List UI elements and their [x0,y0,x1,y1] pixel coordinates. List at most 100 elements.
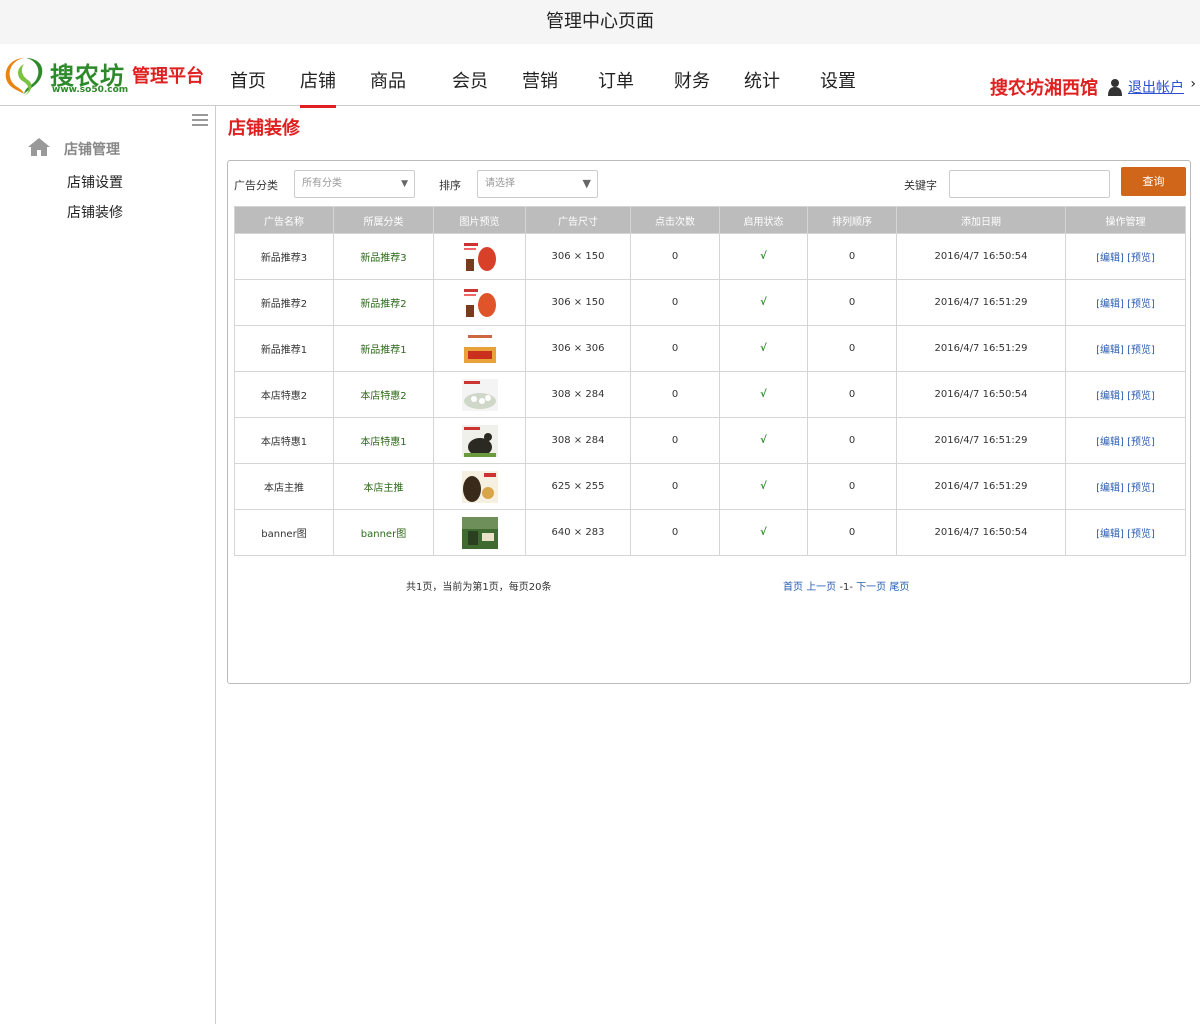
col-clicks[interactable]: 点击次数 [630,206,720,234]
nav-members[interactable]: 会员 [438,44,502,106]
preview-link[interactable]: [预览] [1127,483,1155,494]
col-status[interactable]: 启用状态 [719,206,808,234]
preview-link[interactable]: [预览] [1127,437,1155,448]
col-size[interactable]: 广告尺寸 [525,206,631,234]
col-actions[interactable]: 操作管理 [1065,206,1186,234]
category-select[interactable]: 所有分类 ▼ [294,170,415,198]
edit-link[interactable]: [编辑] [1096,253,1124,264]
date-cell: 2016/4/7 16:51:29 [896,463,1066,510]
nav-statistics[interactable]: 统计 [730,44,794,106]
category-cell: 新品推荐2 [333,279,434,326]
category-cell: 本店主推 [333,463,434,510]
status-check-icon: √ [719,279,808,326]
ad-name-cell: 本店特惠1 [234,417,334,464]
ad-thumbnail-image[interactable] [460,469,500,505]
keyword-input[interactable] [949,170,1110,198]
pager-next[interactable]: 下一页 [856,582,886,593]
size-cell: 308 × 284 [525,417,631,464]
nav-settings[interactable]: 设置 [806,44,870,106]
logo-icon [5,58,43,96]
category-cell: 本店特惠1 [333,417,434,464]
sort-select-value: 请选择 [485,178,515,189]
clicks-cell: 0 [630,371,720,418]
date-cell: 2016/4/7 16:50:54 [896,509,1066,556]
clicks-cell: 0 [630,417,720,464]
category-select-value: 所有分类 [302,178,342,189]
nav-home[interactable]: 首页 [216,44,280,106]
status-check-icon: √ [719,371,808,418]
actions-cell: [编辑] [预览] [1065,279,1186,326]
date-cell: 2016/4/7 16:51:29 [896,325,1066,372]
edit-link[interactable]: [编辑] [1096,345,1124,356]
edit-link[interactable]: [编辑] [1096,299,1124,310]
dropdown-arrow-icon: ▼ [401,179,408,189]
preview-link[interactable]: [预览] [1127,253,1155,264]
logo[interactable]: 搜农坊 www.so50.com 管理平台 [2,52,212,98]
logout-link[interactable]: 退出帐户 [1128,77,1184,97]
order-cell: 0 [807,279,897,326]
col-date[interactable]: 添加日期 [896,206,1066,234]
ad-thumbnail-image[interactable] [460,285,500,321]
edit-link[interactable]: [编辑] [1096,391,1124,402]
actions-cell: [编辑] [预览] [1065,233,1186,280]
preview-link[interactable]: [预览] [1127,391,1155,402]
ad-thumbnail-image[interactable] [460,377,500,413]
content-panel: 广告分类 所有分类 ▼ 排序 请选择 ▼ 关键字 查询 广告名称 所属分类 图片… [227,160,1191,684]
user-icon [1108,79,1122,96]
page-title: 店铺装修 [228,118,300,139]
status-check-icon: √ [719,233,808,280]
nav-marketing[interactable]: 营销 [508,44,572,106]
pager-first[interactable]: 首页 [783,582,803,593]
table-header-row: 广告名称 所属分类 图片预览 广告尺寸 点击次数 启用状态 排列顺序 添加日期 … [234,206,1186,234]
window-title: 管理中心页面 [0,0,1200,44]
col-ad-name[interactable]: 广告名称 [234,206,334,234]
sort-label: 排序 [439,179,461,192]
pager-last[interactable]: 尾页 [889,582,909,593]
preview-cell [433,417,526,464]
col-preview[interactable]: 图片预览 [433,206,526,234]
table-row: 新品推荐3 新品推荐3 306 × 150 0 √ 0 2016/4/7 16:50:54[… [234,233,1186,280]
search-button[interactable]: 查询 [1121,167,1186,196]
ad-name-cell: 本店特惠2 [234,371,334,418]
preview-link[interactable]: [预览] [1127,345,1155,356]
keyword-label: 关键字 [904,179,937,192]
main-nav: 首页 店铺 商品 会员 营销 订单 财务 统计 设置 [216,44,876,108]
nav-shop[interactable]: 店铺 [286,44,350,108]
brand-url: www.so50.com [52,85,129,95]
preview-link[interactable]: [预览] [1127,529,1155,540]
status-check-icon: √ [719,325,808,372]
category-cell: 新品推荐3 [333,233,434,280]
actions-cell: [编辑] [预览] [1065,371,1186,418]
ads-table: 广告名称 所属分类 图片预览 广告尺寸 点击次数 启用状态 排列顺序 添加日期 … [234,206,1186,556]
date-cell: 2016/4/7 16:50:54 [896,233,1066,280]
edit-link[interactable]: [编辑] [1096,529,1124,540]
col-order[interactable]: 排列顺序 [807,206,897,234]
date-cell: 2016/4/7 16:51:29 [896,279,1066,326]
edit-link[interactable]: [编辑] [1096,437,1124,448]
pager-info: 共1页，当前为第1页，每页20条 [406,582,552,593]
order-cell: 0 [807,509,897,556]
nav-finance[interactable]: 财务 [660,44,724,106]
menu-toggle-icon[interactable] [192,114,208,126]
sidebar-item-shop-decoration[interactable]: 店铺装修 [67,202,123,222]
ad-thumbnail-image[interactable] [460,423,500,459]
table-row: 本店特惠1 本店特惠1 308 × 284 0 √ 0 2016/4/7 16:51:29[… [234,417,1186,464]
status-check-icon: √ [719,463,808,510]
nav-orders[interactable]: 订单 [584,44,648,106]
size-cell: 640 × 283 [525,509,631,556]
ad-name-cell: 新品推荐3 [234,233,334,280]
sort-select[interactable]: 请选择 ▼ [477,170,598,198]
ad-thumbnail-image[interactable] [460,515,500,551]
col-category[interactable]: 所属分类 [333,206,434,234]
ad-thumbnail-image[interactable] [460,239,500,275]
nav-products[interactable]: 商品 [356,44,420,106]
chevron-right-icon: › [1190,76,1196,92]
sidebar: 店铺管理 店铺设置 店铺装修 [0,106,216,1024]
pager-prev[interactable]: 上一页 [806,582,836,593]
order-cell: 0 [807,325,897,372]
preview-link[interactable]: [预览] [1127,299,1155,310]
ad-thumbnail-image[interactable] [460,331,500,367]
category-cell: 新品推荐1 [333,325,434,372]
sidebar-item-shop-settings[interactable]: 店铺设置 [67,172,123,192]
edit-link[interactable]: [编辑] [1096,483,1124,494]
